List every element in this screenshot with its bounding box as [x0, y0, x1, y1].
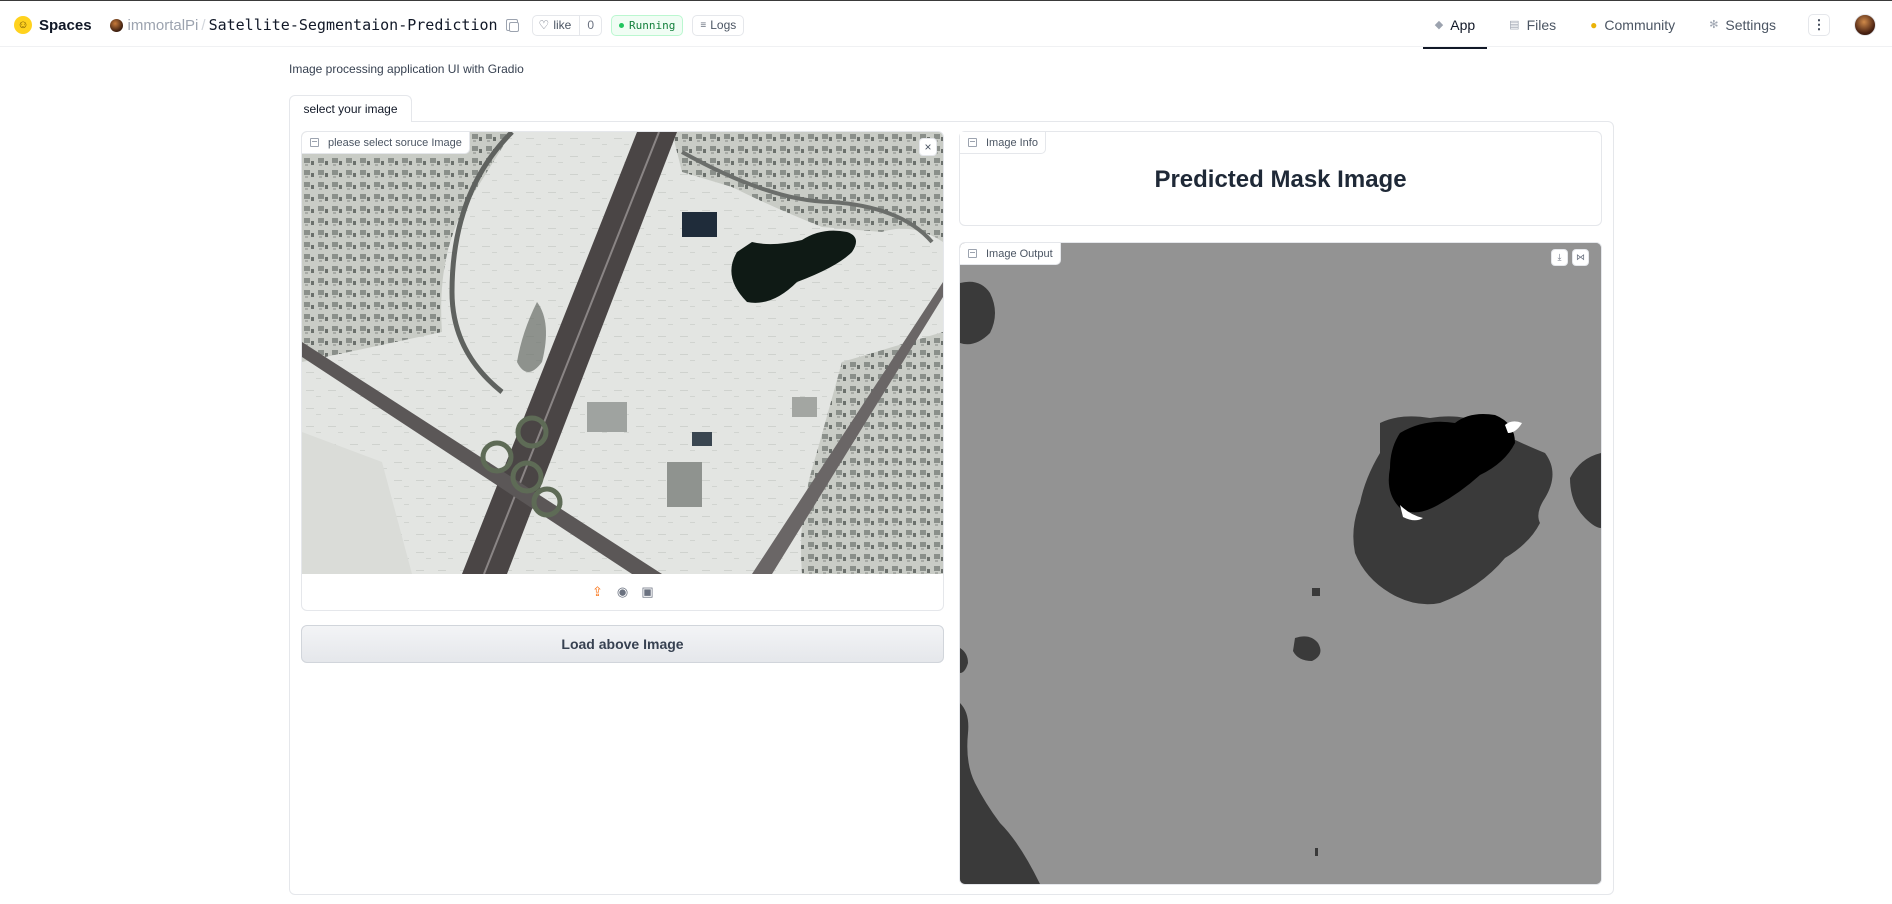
tab-select-your-image[interactable]: select your image: [289, 95, 412, 122]
gear-icon: ✻: [1709, 19, 1719, 31]
source-image-label: please select soruce Image: [328, 136, 462, 149]
running-dot-icon: [619, 22, 625, 28]
like-count[interactable]: 0: [579, 15, 601, 35]
status-label: Running: [629, 18, 676, 32]
logs-icon: ≡: [700, 19, 707, 31]
tab-files-label: Files: [1526, 16, 1557, 33]
heart-icon: ♡: [538, 18, 550, 32]
satellite-photo-graphic: [302, 132, 943, 574]
owner-link[interactable]: immortalPi: [128, 17, 199, 34]
cube-icon: ◆: [1434, 19, 1444, 31]
copy-icon[interactable]: [505, 19, 519, 32]
image-info-label: Image Info: [986, 136, 1038, 149]
image-output-label-chip: Image Output: [960, 243, 1061, 265]
source-toolbar: ⇪ ◉ ▣: [302, 574, 943, 610]
image-icon: [968, 138, 977, 147]
like-label: like: [553, 18, 572, 32]
source-image-label-chip: please select soruce Image: [302, 132, 470, 154]
breadcrumb: ☺ Spaces immortalPi / Satellite-Segmenta…: [14, 13, 745, 37]
tab-files[interactable]: ▤ Files: [1497, 1, 1568, 48]
hugging-face-emoji-icon: ☺: [14, 16, 32, 34]
tab-settings[interactable]: ✻ Settings: [1697, 1, 1788, 48]
like-button[interactable]: ♡ like 0: [531, 14, 603, 36]
image-info-label-chip: Image Info: [960, 132, 1046, 154]
logs-button[interactable]: ≡ Logs: [692, 14, 745, 36]
tab-settings-label: Settings: [1725, 16, 1776, 33]
clipboard-icon[interactable]: ▣: [640, 584, 655, 600]
predicted-mask-title: Predicted Mask Image: [1154, 166, 1407, 193]
webcam-icon[interactable]: ◉: [615, 584, 630, 600]
clear-image-button[interactable]: ×: [919, 138, 937, 156]
owner-avatar: [109, 18, 123, 32]
breadcrumb-separator: /: [201, 16, 206, 34]
files-icon: ▤: [1509, 19, 1520, 31]
tab-community[interactable]: ● Community: [1578, 1, 1687, 48]
image-info-block: Image Info Predicted Mask Image: [959, 131, 1602, 226]
app-description: Image processing application UI with Gra…: [289, 62, 524, 76]
spaces-logo-link[interactable]: ☺ Spaces: [14, 16, 92, 34]
tab-app-label: App: [1450, 16, 1476, 33]
image-icon: [310, 138, 319, 147]
image-output: Image Output ⤓ ⋈: [959, 242, 1602, 885]
source-image-input[interactable]: please select soruce Image × ⇪ ◉ ▣: [301, 131, 944, 611]
tab-community-label: Community: [1604, 16, 1676, 33]
load-image-button[interactable]: Load above Image: [301, 625, 944, 663]
share-icon[interactable]: ⋈: [1572, 249, 1589, 266]
top-navbar: ☺ Spaces immortalPi / Satellite-Segmenta…: [0, 0, 1892, 49]
community-icon: ●: [1590, 17, 1598, 32]
mask-image-graphic: [960, 243, 1601, 884]
upload-icon[interactable]: ⇪: [590, 584, 605, 600]
brand-label: Spaces: [39, 16, 92, 34]
space-nav: ◆ App ▤ Files ● Community ✻ Settings ⋮: [1422, 1, 1892, 49]
download-icon[interactable]: ⤓: [1551, 249, 1568, 266]
satellite-image: [302, 132, 943, 574]
status-badge[interactable]: Running: [611, 14, 684, 36]
image-output-label: Image Output: [986, 247, 1053, 260]
image-icon: [968, 249, 977, 258]
output-actions: ⤓ ⋈: [1551, 249, 1589, 266]
tab-app[interactable]: ◆ App: [1422, 1, 1488, 49]
repo-name-link[interactable]: Satellite-Segmentaion-Prediction: [209, 16, 498, 34]
logs-label: Logs: [710, 18, 737, 32]
user-avatar[interactable]: [1854, 13, 1876, 36]
more-options-button[interactable]: ⋮: [1808, 13, 1830, 36]
